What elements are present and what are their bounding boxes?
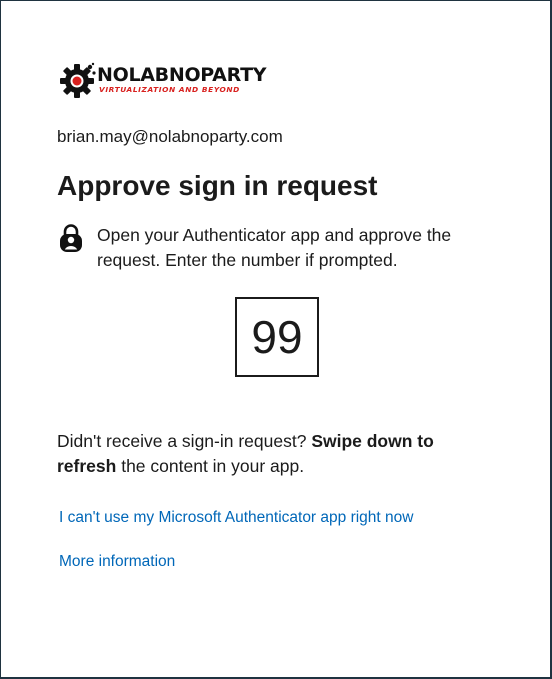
refresh-note-bold-2: refresh: [57, 456, 117, 476]
refresh-note: Didn't receive a sign-in request? Swipe …: [57, 429, 497, 479]
verification-number: 99: [235, 297, 319, 377]
gear-icon: [60, 62, 96, 98]
company-logo: NOLABNOPARTY VIRTUALIZATION AND BEYOND: [57, 57, 267, 101]
sign-in-card: NOLABNOPARTY VIRTUALIZATION AND BEYOND b…: [0, 0, 552, 679]
account-email: brian.may@nolabnoparty.com: [57, 127, 283, 146]
refresh-note-suffix: the content in your app.: [116, 456, 305, 476]
refresh-note-prefix: Didn't receive a sign-in request?: [57, 431, 312, 451]
logo-tagline: VIRTUALIZATION AND BEYOND: [99, 85, 240, 94]
more-information-link[interactable]: More information: [59, 552, 175, 572]
refresh-note-bold-1: Swipe down to: [311, 431, 434, 451]
cant-use-authenticator-link[interactable]: I can't use my Microsoft Authenticator a…: [59, 508, 413, 528]
page-title: Approve sign in request: [57, 170, 378, 201]
instruction-text: Open your Authenticator app and approve …: [97, 225, 452, 270]
logo-wordmark: NOLABNOPARTY: [97, 64, 267, 86]
authenticator-lock-icon: [60, 224, 82, 252]
